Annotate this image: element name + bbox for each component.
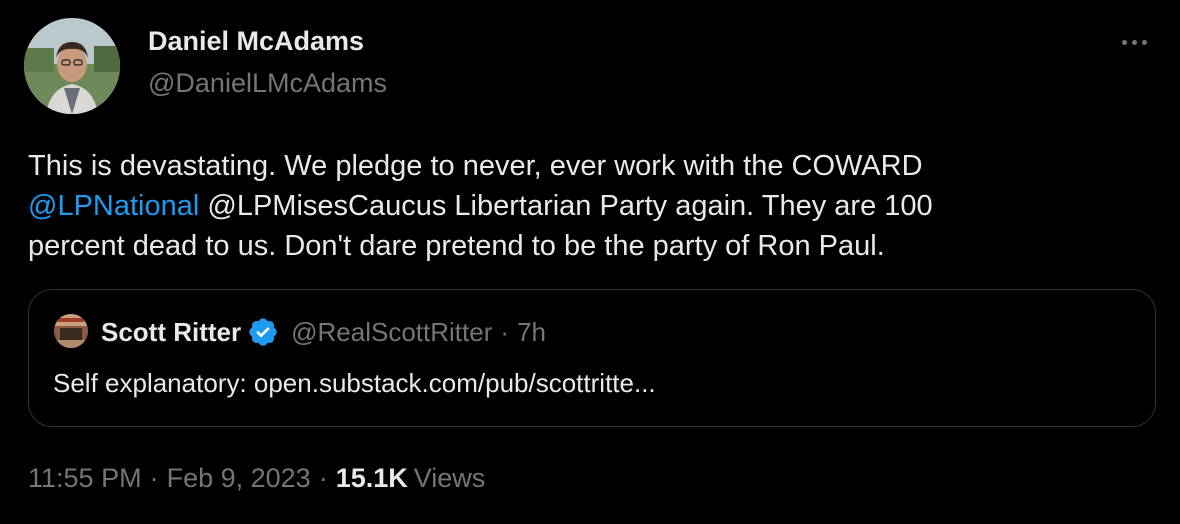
author-photo [24, 18, 120, 114]
quote-timestamp[interactable]: 7h [517, 317, 546, 348]
quote-author-avatar[interactable] [54, 314, 88, 348]
views-label: Views [413, 463, 486, 493]
author-name[interactable]: Daniel McAdams [148, 26, 364, 57]
meta-separator: · [149, 463, 159, 493]
more-options-icon[interactable] [1114, 30, 1154, 54]
tweet-text-line-2: Libertarian Party again. They are 100 [446, 190, 933, 222]
quote-text: Self explanatory: open.substack.com/pub/… [53, 368, 656, 398]
tweet-date[interactable]: Feb 9, 2023 [167, 463, 311, 494]
more-dot [1141, 39, 1147, 45]
meta-separator: · [318, 463, 328, 493]
quoted-tweet-card[interactable]: Scott Ritter @RealScottRitter · 7h Self … [28, 289, 1156, 427]
tweet-text: This is devastating. We pledge to never,… [28, 146, 1148, 266]
tweet: Daniel McAdams @DanielLMcAdams This is d… [0, 0, 1180, 524]
tweet-time[interactable]: 11:55 PM [28, 463, 142, 494]
tweet-text-line-3: percent dead to us. Don't dare pretend t… [28, 230, 885, 262]
quote-author-name[interactable]: Scott Ritter [101, 317, 241, 348]
tweet-text-line-1: This is devastating. We pledge to never,… [28, 150, 923, 182]
mention-lpnational-link[interactable]: @LPNational [28, 190, 199, 222]
views-count: 15.1K [335, 463, 408, 493]
mention-lpmisescaucus-link[interactable]: @LPMisesCaucus [207, 190, 446, 222]
tweet-metadata: 11:55 PM · Feb 9, 2023 · 15.1K Views [28, 463, 485, 494]
author-handle[interactable]: @DanielLMcAdams [148, 68, 387, 99]
verified-badge-icon [247, 316, 279, 348]
author-avatar[interactable] [24, 18, 120, 114]
quote-separator: · [500, 316, 510, 347]
quote-author-photo [54, 314, 88, 348]
more-dot [1121, 39, 1127, 45]
more-dot [1131, 39, 1137, 45]
quote-author-handle[interactable]: @RealScottRitter [291, 317, 492, 348]
quote-header: Scott Ritter @RealScottRitter · 7h [101, 316, 546, 348]
